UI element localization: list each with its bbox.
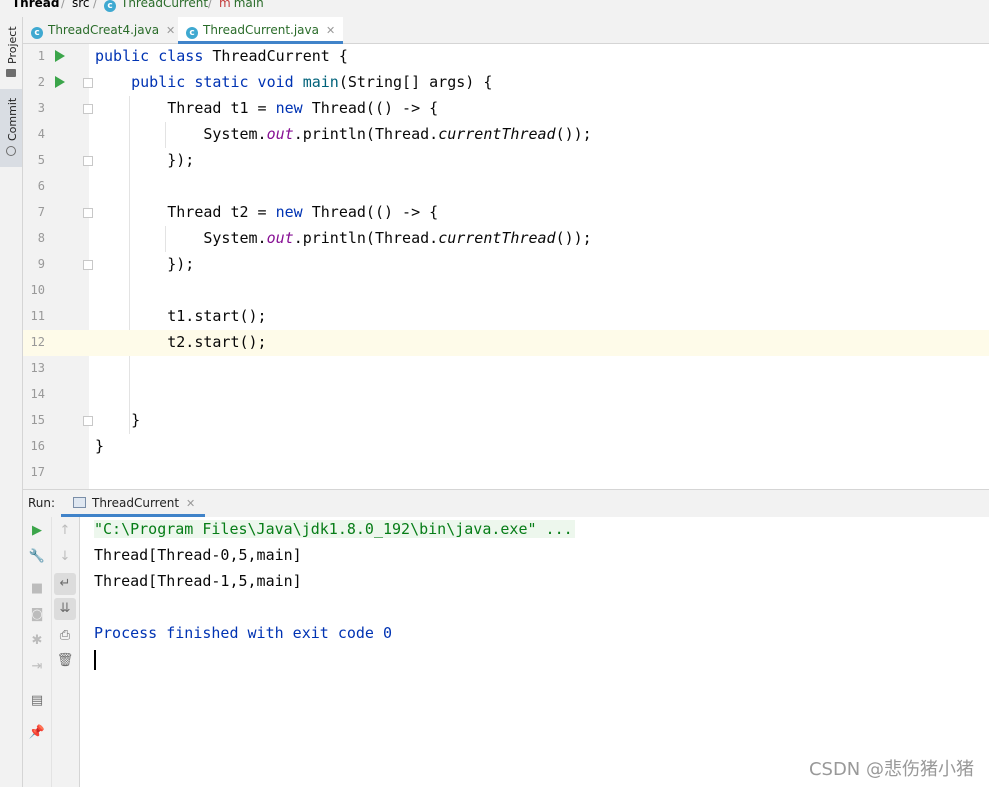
code-line: 7 Thread t2 = new Thread(() -> { [37, 203, 439, 221]
code-line-current: 12 t2.start(); [23, 330, 989, 356]
tab-threadcurrent[interactable]: c ThreadCurrent.java ✕ [178, 17, 344, 44]
console-output-line: Thread[Thread-0,5,main] [94, 546, 302, 564]
console-output[interactable]: "C:\Program Files\Java\jdk1.8.0_192\bin\… [80, 517, 989, 787]
console-command-line: "C:\Program Files\Java\jdk1.8.0_192\bin\… [94, 520, 575, 538]
code-text: Thread t1 = new Thread(() -> { [95, 99, 439, 117]
run-main-icon[interactable] [55, 76, 65, 88]
console-icon [73, 497, 86, 508]
code-text: } [95, 411, 141, 429]
fold-icon[interactable] [83, 104, 93, 114]
code-text: public class ThreadCurrent { [95, 47, 348, 65]
console-toolbar: ↑ ↓ ↵ ⇊ ⎙ 🗑 [52, 517, 80, 787]
code-line: 14 [30, 387, 45, 401]
code-line: 8 System.out.println(Thread.currentThrea… [37, 229, 592, 247]
code-text: }); [95, 151, 195, 169]
close-icon[interactable]: ✕ [326, 24, 335, 37]
code-line: 15 } [30, 411, 141, 429]
fold-icon[interactable] [83, 416, 93, 426]
debug-icon[interactable]: ✱ [26, 630, 48, 652]
code-line: 13 [30, 361, 45, 375]
soft-wrap-icon[interactable]: ↵ [54, 573, 76, 595]
rerun-icon[interactable]: ▶ [26, 520, 48, 542]
project-tool-tab[interactable]: Project [0, 17, 22, 87]
watermark: CSDN @悲伤猪小猪 [808, 759, 974, 780]
commit-tab-label: Commit [6, 97, 19, 141]
code-text: t2.start(); [95, 333, 267, 351]
camera-icon[interactable]: ◙ [26, 604, 48, 626]
layout-icon[interactable]: ▤ [26, 690, 48, 712]
code-text: public static void main(String[] args) { [131, 73, 493, 91]
pin-icon[interactable]: 📌 [26, 722, 48, 744]
code-editor[interactable]: 1 public class ThreadCurrent { 2 public … [23, 44, 989, 489]
code-line: 3 Thread t1 = new Thread(() -> { [37, 99, 439, 117]
breadcrumb-src[interactable]: src [72, 0, 90, 10]
code-line: 16 } [30, 437, 105, 455]
run-panel-header: Run: ThreadCurrent ✕ [23, 489, 989, 518]
breadcrumb-method[interactable]: m main [219, 0, 264, 10]
code-text: Thread t2 = new Thread(() -> { [95, 203, 439, 221]
wrench-icon[interactable]: 🔧 [26, 546, 48, 568]
fold-icon[interactable] [83, 78, 93, 88]
run-tab-threadcurrent[interactable]: ThreadCurrent ✕ [61, 490, 206, 517]
fold-icon[interactable] [83, 260, 93, 270]
console-output-line: Thread[Thread-1,5,main] [94, 572, 302, 590]
code-text: System.out.println(Thread.currentThread(… [95, 125, 592, 143]
code-text: System.out.println(Thread.currentThread(… [95, 229, 592, 247]
commit-tool-tab[interactable]: Commit [0, 89, 22, 167]
fold-icon[interactable] [83, 156, 93, 166]
commit-icon [6, 146, 16, 156]
trash-icon[interactable]: 🗑 [54, 650, 76, 672]
scroll-to-end-icon[interactable]: ⇊ [54, 598, 76, 620]
code-line: 5 }); [37, 151, 195, 169]
class-icon: c [31, 27, 43, 39]
code-text: t1.start(); [95, 307, 267, 325]
code-line: 2 public static void main(String[] args)… [37, 73, 493, 91]
code-line: 10 [30, 283, 45, 297]
arrow-down-icon[interactable]: ↓ [54, 546, 76, 568]
breadcrumb-separator: / [93, 0, 98, 10]
breadcrumb-separator: / [208, 0, 213, 10]
editor-tab-bar: c ThreadCreat4.java ✕ c ThreadCurrent.java ✕ [23, 17, 989, 44]
class-icon: c [104, 0, 116, 12]
console-exit-message: Process finished with exit code 0 [94, 624, 393, 642]
fold-icon[interactable] [83, 208, 93, 218]
tool-window-strip: Project Commit [0, 17, 23, 787]
close-icon[interactable]: ✕ [166, 24, 175, 37]
code-line: 4 System.out.println(Thread.currentThrea… [37, 125, 592, 143]
code-line: 6 [37, 179, 45, 193]
run-toolbar: ▶ 🔧 ■ ◙ ✱ ⇥ ▤ 📌 [23, 517, 52, 787]
method-icon: m [219, 0, 231, 10]
breadcrumb-project[interactable]: Thread [12, 0, 59, 10]
breadcrumb-class[interactable]: c ThreadCurrent [104, 0, 208, 12]
breadcrumb-separator: / [61, 0, 66, 10]
arrow-up-icon[interactable]: ↑ [54, 520, 76, 542]
breadcrumb: Thread / src / c ThreadCurrent / m main [0, 0, 989, 17]
stop-icon[interactable]: ■ [26, 578, 48, 600]
tab-threadcreat4[interactable]: c ThreadCreat4.java ✕ [31, 17, 175, 43]
code-line: 17 [30, 465, 45, 479]
print-icon[interactable]: ⎙ [54, 625, 76, 647]
code-line: 9 }); [37, 255, 195, 273]
exit-icon[interactable]: ⇥ [26, 656, 48, 678]
class-icon: c [186, 27, 198, 39]
run-class-icon[interactable] [55, 50, 65, 62]
code-line: 11 t1.start(); [30, 307, 267, 325]
run-panel-title: Run: [28, 496, 56, 510]
text-caret [94, 650, 96, 670]
code-line: 1 public class ThreadCurrent { [37, 47, 348, 65]
folder-icon [6, 69, 16, 77]
close-icon[interactable]: ✕ [186, 497, 195, 510]
project-tab-label: Project [6, 26, 19, 64]
code-text: }); [95, 255, 195, 273]
code-text: } [95, 437, 105, 455]
